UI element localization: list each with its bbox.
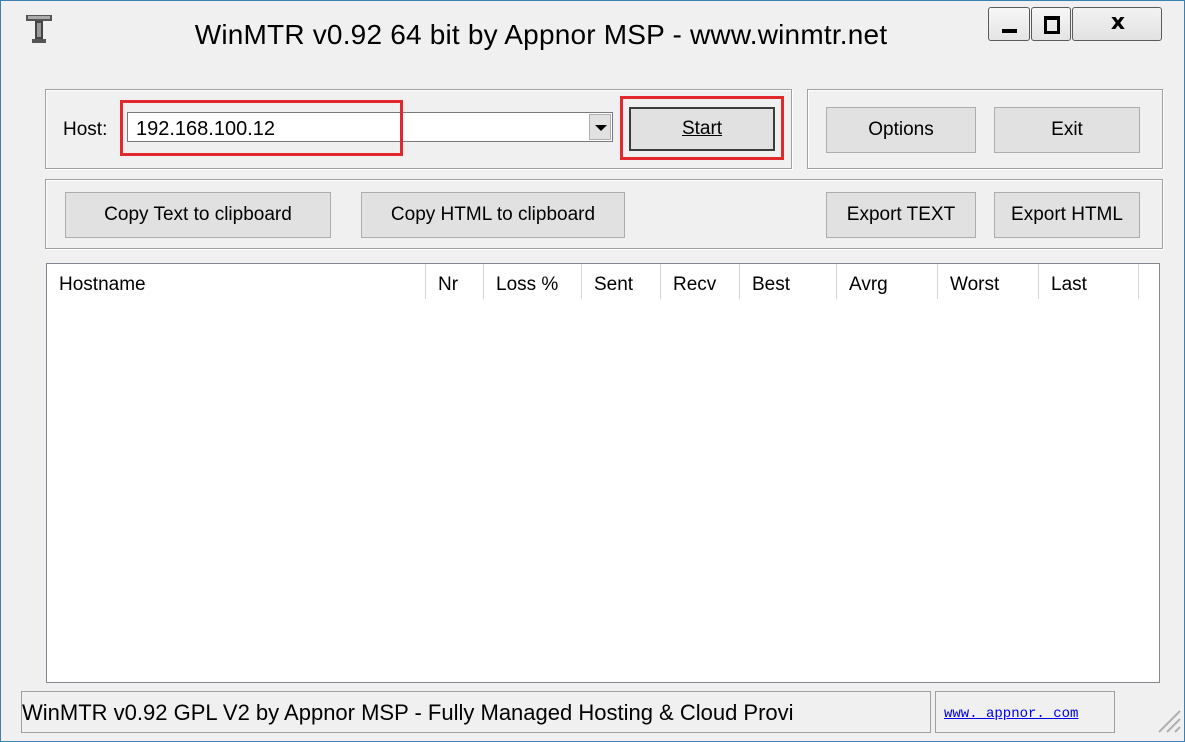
host-label: Host: bbox=[63, 119, 108, 140]
maximize-icon bbox=[1044, 16, 1060, 34]
copy-text-button[interactable]: Copy Text to clipboard bbox=[65, 192, 331, 238]
column-header-worst[interactable]: Worst bbox=[938, 264, 1039, 299]
title-bar[interactable]: WinMTR v0.92 64 bit by Appnor MSP - www.… bbox=[1, 1, 1184, 77]
export-text-button[interactable]: Export TEXT bbox=[826, 192, 976, 238]
start-highlight-box bbox=[620, 96, 784, 160]
copy-html-button[interactable]: Copy HTML to clipboard bbox=[361, 192, 625, 238]
close-icon: x bbox=[1110, 10, 1126, 35]
column-header-last[interactable]: Last bbox=[1039, 264, 1139, 299]
maximize-button[interactable] bbox=[1031, 7, 1071, 41]
column-header-avrg[interactable]: Avrg bbox=[837, 264, 938, 299]
minimize-icon bbox=[1002, 29, 1017, 33]
close-button[interactable]: x bbox=[1072, 7, 1162, 41]
host-highlight-box bbox=[120, 100, 403, 156]
window-title: WinMTR v0.92 64 bit by Appnor MSP - www.… bbox=[194, 19, 888, 50]
column-header-nr[interactable]: Nr bbox=[426, 264, 484, 299]
status-bar: WinMTR v0.92 GPL V2 by Appnor MSP - Full… bbox=[1, 691, 1184, 741]
resize-grip-icon[interactable] bbox=[1151, 703, 1181, 733]
export-html-button[interactable]: Export HTML bbox=[994, 192, 1140, 238]
column-header-sent[interactable]: Sent bbox=[582, 264, 661, 299]
winmtr-window: WinMTR v0.92 64 bit by Appnor MSP - www.… bbox=[0, 0, 1185, 742]
chevron-down-icon[interactable] bbox=[589, 114, 611, 140]
column-header-recv[interactable]: Recv bbox=[661, 264, 740, 299]
exit-button[interactable]: Exit bbox=[994, 107, 1140, 153]
status-link-pane: www. appnor. com bbox=[935, 691, 1115, 733]
column-header-best[interactable]: Best bbox=[740, 264, 837, 299]
column-header-hostname[interactable]: Hostname bbox=[47, 264, 426, 299]
table-header: Hostname Nr Loss % Sent Recv Best Avrg W… bbox=[47, 264, 1159, 299]
status-text: WinMTR v0.92 GPL V2 by Appnor MSP - Full… bbox=[21, 691, 931, 733]
results-table[interactable]: Hostname Nr Loss % Sent Recv Best Avrg W… bbox=[46, 263, 1160, 683]
minimize-button[interactable] bbox=[988, 7, 1030, 41]
options-button[interactable]: Options bbox=[826, 107, 976, 153]
appnor-link[interactable]: www. appnor. com bbox=[944, 706, 1078, 722]
column-header-loss[interactable]: Loss % bbox=[484, 264, 582, 299]
